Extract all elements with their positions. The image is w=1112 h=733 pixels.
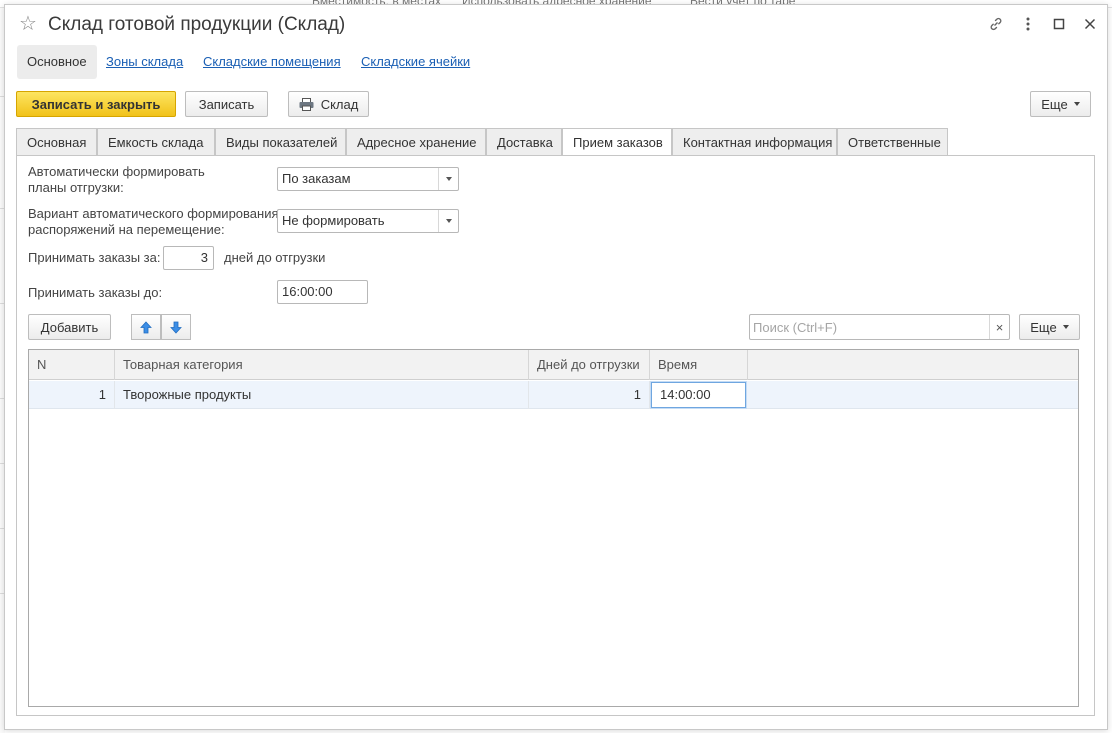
link-icon[interactable] <box>986 14 1006 34</box>
save-button[interactable]: Записать <box>185 91 268 117</box>
accept-days-field[interactable]: 3 <box>163 246 214 270</box>
close-icon[interactable] <box>1080 14 1100 34</box>
chevron-down-icon <box>1062 325 1069 329</box>
print-warehouse-button[interactable]: Склад <box>288 91 369 117</box>
cell-n[interactable]: 1 <box>29 381 115 409</box>
tab-capacity[interactable]: Емкость склада <box>97 128 215 156</box>
more-button-label: Еще <box>1041 96 1068 112</box>
star-icon[interactable]: ☆ <box>19 14 37 34</box>
tab-address-storage[interactable]: Адресное хранение <box>346 128 486 156</box>
maximize-icon[interactable] <box>1049 14 1069 34</box>
column-header-category[interactable]: Товарная категория <box>115 350 529 380</box>
cell-time[interactable]: 14:00:00 <box>651 382 746 408</box>
nav-item-cells[interactable]: Складские ячейки <box>361 45 470 79</box>
nav-item-rooms[interactable]: Складские помещения <box>203 45 341 79</box>
table-header: N Товарная категория Дней до отгрузки Вр… <box>29 350 1078 380</box>
search-input[interactable] <box>750 315 986 339</box>
auto-transfer-label: Вариант автоматического формирования рас… <box>28 206 279 237</box>
move-up-button[interactable] <box>131 314 161 340</box>
window-title: Склад готовой продукции (Склад) <box>48 14 346 35</box>
tab-contact-info[interactable]: Контактная информация <box>672 128 837 156</box>
nav-item-main[interactable]: Основное <box>17 45 97 79</box>
column-header-n[interactable]: N <box>29 350 115 380</box>
chevron-down-icon <box>1073 102 1080 106</box>
table-more-button[interactable]: Еще <box>1019 314 1080 340</box>
cell-category[interactable]: Творожные продукты <box>115 381 529 409</box>
table-search: × <box>749 314 1010 340</box>
arrow-down-icon <box>170 321 182 334</box>
clear-search-icon[interactable]: × <box>989 315 1009 339</box>
accept-for-label: Принимать заказы за: <box>28 250 161 265</box>
table-row[interactable]: 1 Творожные продукты 1 14:00:00 <box>29 381 1078 409</box>
tab-indicators[interactable]: Виды показателей <box>215 128 346 156</box>
form-window: ☆ Склад готовой продукции (Склад) Основн… <box>4 4 1108 730</box>
cell-days[interactable]: 1 <box>529 381 650 409</box>
arrow-up-icon <box>140 320 152 334</box>
tab-main[interactable]: Основная <box>16 128 97 156</box>
accept-until-label: Принимать заказы до: <box>28 285 163 300</box>
tab-delivery[interactable]: Доставка <box>486 128 562 156</box>
print-warehouse-label: Склад <box>320 96 359 112</box>
chevron-down-icon[interactable] <box>438 210 458 232</box>
title-bar: ☆ Склад готовой продукции (Склад) <box>5 5 1107 45</box>
categories-table: N Товарная категория Дней до отгрузки Вр… <box>28 349 1079 707</box>
tab-responsible[interactable]: Ответственные <box>837 128 948 156</box>
accept-for-suffix: дней до отгрузки <box>224 250 326 265</box>
tab-order-acceptance[interactable]: Прием заказов <box>562 128 672 157</box>
auto-plans-label: Автоматически формировать планы отгрузки… <box>28 164 205 195</box>
auto-plans-select[interactable]: По заказам <box>277 167 459 191</box>
column-header-time[interactable]: Время <box>650 350 748 380</box>
table-more-label: Еще <box>1030 319 1057 335</box>
chevron-down-icon[interactable] <box>438 168 458 190</box>
accept-until-field[interactable]: 16:00:00 <box>277 280 368 304</box>
column-header-days[interactable]: Дней до отгрузки <box>529 350 650 380</box>
add-row-button[interactable]: Добавить <box>28 314 111 340</box>
more-vertical-icon[interactable] <box>1018 14 1038 34</box>
move-down-button[interactable] <box>161 314 191 340</box>
more-button[interactable]: Еще <box>1030 91 1091 117</box>
save-and-close-button[interactable]: Записать и закрыть <box>16 91 176 117</box>
nav-item-zones[interactable]: Зоны склада <box>106 45 183 79</box>
auto-transfer-select[interactable]: Не формировать <box>277 209 459 233</box>
printer-icon <box>299 97 314 111</box>
